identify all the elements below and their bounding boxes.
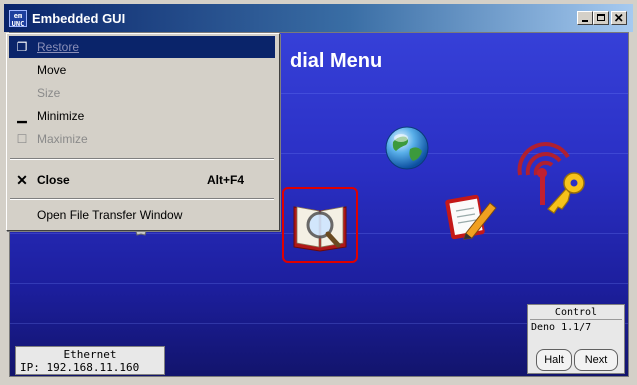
system-menu: ❐ Restore Move Size ▁ Minimize ☐ Maximiz… xyxy=(6,33,280,231)
menu-item-label: Minimize xyxy=(37,109,85,123)
minimize-icon: ▁ xyxy=(17,109,27,123)
app-icon-text-bottom: UNC xyxy=(11,20,25,28)
menu-item-label: Open File Transfer Window xyxy=(37,208,183,222)
version-text: Deno 1.1/7 xyxy=(531,322,592,333)
menu-item-open-file-transfer[interactable]: Open File Transfer Window xyxy=(9,204,275,226)
app-logo-icon[interactable]: em UNC xyxy=(9,10,27,28)
menu-item-maximize[interactable]: ☐ Maximize xyxy=(9,128,275,150)
menu-item-size[interactable]: Size xyxy=(9,82,275,104)
app-icon-text-top: em xyxy=(13,12,23,20)
close-button[interactable] xyxy=(611,11,627,25)
control-header: Control xyxy=(554,307,598,318)
menu-item-label: Move xyxy=(37,63,67,77)
minimize-icon xyxy=(582,20,588,22)
close-x-icon xyxy=(614,13,623,22)
screen-heading: dial Menu xyxy=(290,50,383,72)
maximize-icon: ☐ xyxy=(16,132,28,146)
restore-icon: ❐ xyxy=(16,40,28,54)
ethernet-panel: Ethernet IP: 192.168.11.160 xyxy=(15,346,165,375)
ip-address: IP: 192.168.11.160 xyxy=(20,361,140,374)
menu-item-minimize[interactable]: ▁ Minimize xyxy=(9,105,275,127)
title-bar[interactable]: em UNC Embedded GUI xyxy=(4,4,633,32)
ethernet-header: Ethernet xyxy=(63,348,117,361)
minimize-button[interactable] xyxy=(577,11,593,25)
menu-item-restore[interactable]: ❐ Restore xyxy=(9,36,275,58)
menu-item-accelerator: Alt+F4 xyxy=(207,173,245,187)
app-window: em UNC Embedded GUI dial Menu Ethernet I… xyxy=(0,0,637,385)
menu-separator xyxy=(10,158,274,160)
maximize-button[interactable] xyxy=(593,11,609,25)
close-x-icon: ✕ xyxy=(16,172,28,188)
menu-item-label: Close xyxy=(37,173,70,187)
menu-item-label: Size xyxy=(37,86,61,100)
halt-button[interactable]: Halt xyxy=(536,349,572,371)
maximize-icon xyxy=(597,14,605,21)
menu-item-label: Restore xyxy=(37,40,80,54)
menu-separator xyxy=(10,198,274,200)
notepad-pencil-icon[interactable] xyxy=(442,189,500,247)
menu-item-label: Maximize xyxy=(37,132,88,146)
next-button[interactable]: Next xyxy=(574,349,618,371)
menu-item-move[interactable]: Move xyxy=(9,59,275,81)
control-divider xyxy=(530,319,622,320)
book-magnifier-icon[interactable] xyxy=(288,193,352,257)
remote-key-icon[interactable] xyxy=(512,135,594,217)
globe-icon[interactable] xyxy=(384,125,430,171)
control-panel: Control Deno 1.1/7 Halt Next xyxy=(527,304,625,374)
menu-item-close[interactable]: ✕ Close Alt+F4 xyxy=(9,169,275,191)
window-title: Embedded GUI xyxy=(32,11,126,26)
